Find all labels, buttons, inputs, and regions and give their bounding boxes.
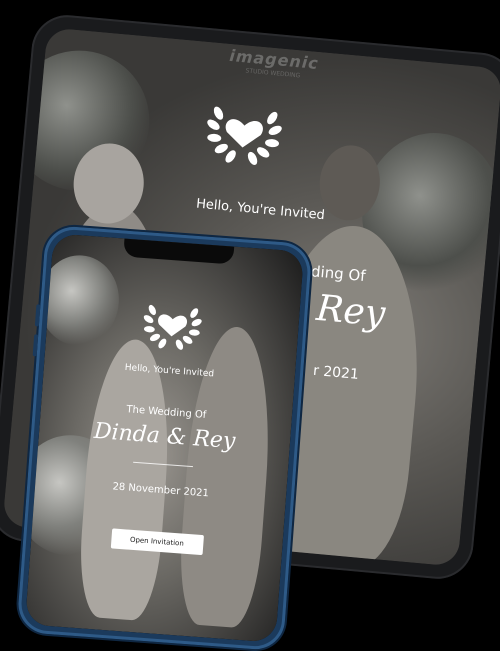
phone-device: Hello, You're Invited The Wedding Of Din…: [16, 224, 313, 651]
heart-laurel-wreath-icon: [207, 106, 282, 166]
heart-laurel-wreath-icon: [143, 304, 202, 350]
phone-screen: Hello, You're Invited The Wedding Of Din…: [24, 233, 305, 643]
phone-volume-down: [32, 334, 39, 357]
phone-volume-up: [34, 304, 41, 327]
